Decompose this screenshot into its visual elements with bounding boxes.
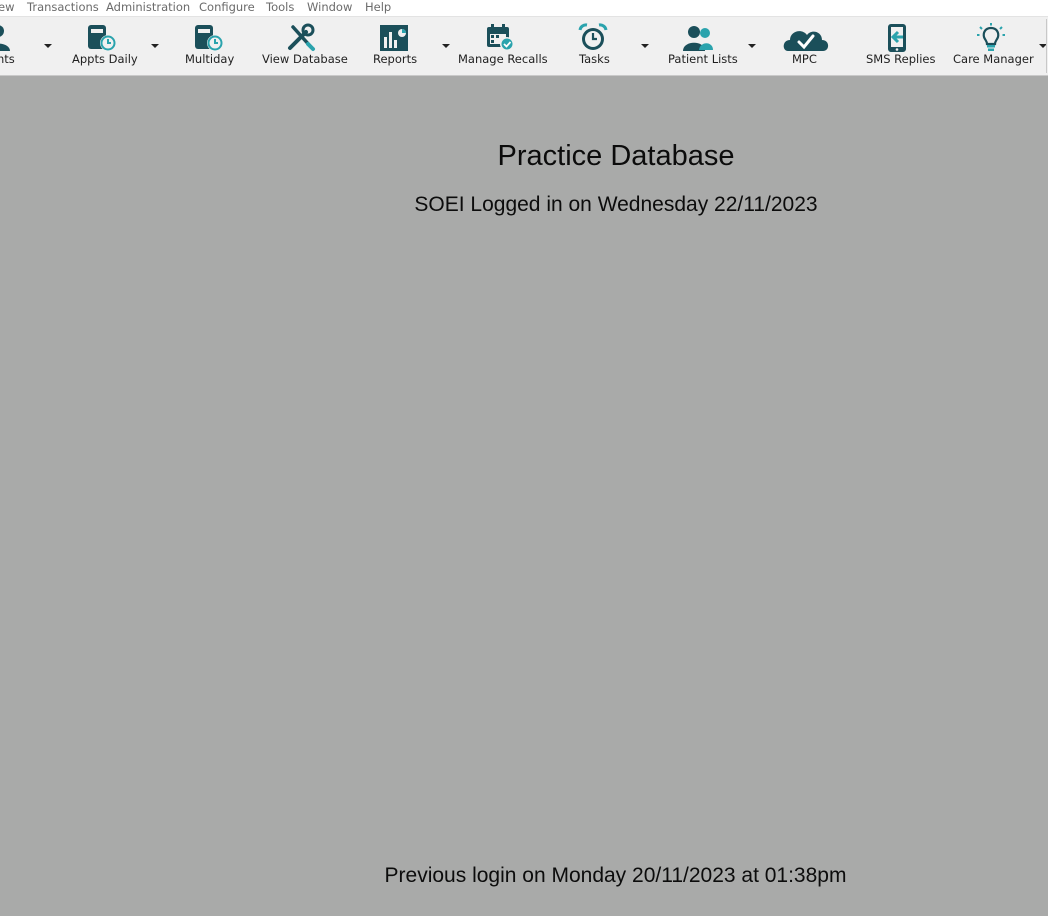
menu-administration[interactable]: Administration <box>106 0 190 14</box>
menu-bar: ew Transactions Administration Configure… <box>0 0 1048 16</box>
appointments-button[interactable]: nts <box>0 17 30 75</box>
toolbar-separator <box>1046 19 1047 73</box>
previous-login: Previous login on Monday 20/11/2023 at 0… <box>384 864 847 887</box>
login-status: SOEI Logged in on Wednesday 22/11/2023 <box>414 193 818 216</box>
care-manager-label: Care Manager <box>953 52 1034 66</box>
menu-tools[interactable]: Tools <box>266 0 294 14</box>
view-database-button[interactable]: View Database <box>258 17 348 75</box>
person-icon <box>0 23 14 53</box>
view-database-label: View Database <box>262 52 348 66</box>
sms-replies-button[interactable]: SMS Replies <box>862 17 936 75</box>
multiday-label: Multiday <box>185 52 235 66</box>
patients-group-icon <box>682 23 714 53</box>
appts-daily-dropdown-arrow[interactable] <box>151 44 159 48</box>
tools-icon <box>285 23 317 53</box>
menu-window[interactable]: Window <box>307 0 352 14</box>
appointment-book-clock-icon <box>85 23 117 53</box>
reports-button[interactable]: Reports <box>368 17 420 75</box>
menu-view[interactable]: ew <box>0 0 14 14</box>
sms-replies-label: SMS Replies <box>866 52 936 66</box>
menu-help[interactable]: Help <box>365 0 391 14</box>
reports-label: Reports <box>373 52 418 66</box>
tasks-label: Tasks <box>579 52 610 66</box>
manage-recalls-label: Manage Recalls <box>458 52 548 66</box>
appts-daily-label: Appts Daily <box>72 52 138 66</box>
appointment-book-clock-icon <box>192 23 224 53</box>
alarm-clock-icon <box>577 23 609 53</box>
reports-dropdown-arrow[interactable] <box>442 44 450 48</box>
care-manager-button[interactable]: Care Manager <box>950 17 1034 75</box>
cloud-check-icon <box>782 23 830 53</box>
page-title: Practice Database <box>497 140 735 172</box>
mobile-reply-icon <box>882 23 914 53</box>
tasks-dropdown-arrow[interactable] <box>641 44 649 48</box>
main-workspace: Practice Database SOEI Logged in on Wedn… <box>0 77 1048 916</box>
multiday-button[interactable]: Multiday <box>180 17 238 75</box>
appts-daily-button[interactable]: Appts Daily <box>66 17 138 75</box>
patient-lists-button[interactable]: Patient Lists <box>664 17 738 75</box>
report-chart-icon <box>378 23 410 53</box>
appointments-label: nts <box>0 52 15 66</box>
toolbar: nts Appts Daily Multiday View Database R… <box>0 16 1048 76</box>
patient-lists-label: Patient Lists <box>668 52 738 66</box>
appointments-dropdown-arrow[interactable] <box>44 44 52 48</box>
tasks-button[interactable]: Tasks <box>570 17 616 75</box>
menu-transactions[interactable]: Transactions <box>27 0 99 14</box>
menu-configure[interactable]: Configure <box>199 0 255 14</box>
mpc-button[interactable]: MPC <box>778 17 834 75</box>
lightbulb-icon <box>975 23 1007 53</box>
mpc-label: MPC <box>792 52 817 66</box>
patient-lists-dropdown-arrow[interactable] <box>748 44 756 48</box>
calendar-check-icon <box>484 23 516 53</box>
manage-recalls-button[interactable]: Manage Recalls <box>455 17 548 75</box>
